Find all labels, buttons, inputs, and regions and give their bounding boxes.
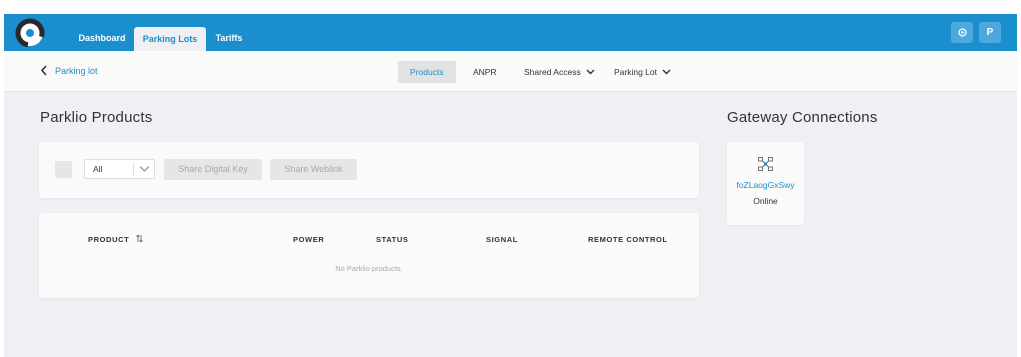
share-weblink-button[interactable]: Share Weblink (270, 159, 357, 180)
select-divider (133, 163, 134, 175)
products-toolbar: All Share Digital Key Share Weblink (39, 142, 699, 198)
gateway-card[interactable]: foZLaogGxSwy Online (727, 142, 804, 225)
gateways-title: Gateway Connections (727, 109, 878, 126)
chevron-left-icon (40, 65, 47, 76)
subtab-anpr[interactable]: ANPR (473, 61, 497, 83)
parklio-logo-icon[interactable] (14, 17, 46, 49)
nav-tab-dashboard[interactable]: Dashboard (73, 25, 131, 51)
gateway-status: Online (753, 196, 778, 206)
column-header-product[interactable]: PRODUCT (88, 234, 143, 244)
select-all-checkbox[interactable] (55, 161, 72, 178)
subtab-anpr-label: ANPR (473, 67, 497, 77)
nav-tab-tariffs[interactable]: Tariffs (208, 25, 250, 51)
column-header-power: POWER (293, 235, 325, 244)
share-digital-key-button[interactable]: Share Digital Key (164, 159, 262, 180)
chevron-down-icon (662, 69, 671, 75)
sort-icon[interactable] (136, 234, 143, 243)
gateway-name[interactable]: foZLaogGxSwy (727, 180, 804, 190)
gateway-network-icon (758, 157, 773, 171)
subtab-products[interactable]: Products (398, 61, 456, 83)
products-title: Parklio Products (40, 109, 153, 126)
chevron-down-icon (586, 69, 595, 75)
subtab-parking-lot[interactable]: Parking Lot (614, 61, 671, 83)
empty-table-message: No Parklio products. (335, 264, 403, 273)
subtab-shared-access[interactable]: Shared Access (524, 61, 595, 83)
subtab-products-label: Products (410, 67, 444, 77)
app-window: Dashboard Parking Lots Tariffs P Parking… (4, 14, 1017, 357)
nav-tab-parking-lots[interactable]: Parking Lots (134, 27, 206, 51)
column-header-product-label: PRODUCT (88, 235, 130, 244)
sub-navbar: Parking lot Products ANPR Shared Access … (4, 51, 1017, 92)
back-link-label: Parking lot (55, 65, 98, 76)
subtab-parking-lot-label: Parking Lot (614, 67, 657, 77)
user-avatar-button[interactable]: P (979, 22, 1001, 43)
chevron-down-icon (139, 166, 150, 172)
filter-select-value: All (93, 164, 103, 174)
back-link[interactable]: Parking lot (40, 65, 98, 76)
column-header-status: STATUS (376, 235, 409, 244)
column-header-remote-control: REMOTE CONTROL (588, 235, 668, 244)
subtab-shared-access-label: Shared Access (524, 67, 581, 77)
column-header-signal: SIGNAL (486, 235, 518, 244)
filter-select[interactable]: All (84, 159, 155, 179)
gear-icon (957, 28, 967, 37)
products-table: PRODUCT POWER STATUS SIGNAL REMOTE CONTR… (39, 213, 699, 298)
settings-button[interactable] (951, 22, 973, 43)
top-navbar: Dashboard Parking Lots Tariffs P (4, 14, 1017, 51)
